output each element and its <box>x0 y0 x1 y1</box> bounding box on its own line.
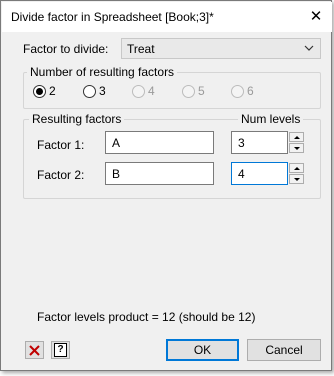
factor-2-label: Factor 2: <box>37 168 85 182</box>
spin-down-icon <box>293 146 300 150</box>
factor-2-levels-input[interactable]: 4 <box>231 162 288 185</box>
radio-3-label: 3 <box>99 84 106 98</box>
radio-2[interactable] <box>33 85 46 98</box>
levels-product-status: Factor levels product = 12 (should be 12… <box>37 310 256 324</box>
factor-to-divide-value: Treat <box>127 42 155 56</box>
help-button[interactable]: ? <box>51 341 70 359</box>
clear-x-icon <box>29 344 40 356</box>
radio-6-label: 6 <box>247 84 254 98</box>
radio-4-label: 4 <box>148 84 155 98</box>
factor-1-levels-input[interactable]: 3 <box>231 131 288 154</box>
radio-4[interactable] <box>132 85 145 98</box>
factor-1-name-input[interactable]: A <box>105 131 214 154</box>
radio-5-label: 5 <box>198 84 205 98</box>
window-title: Divide factor in Spreadsheet [Book;3]* <box>11 10 214 24</box>
factor-1-name-value: A <box>112 136 121 150</box>
dialog-window: Divide factor in Spreadsheet [Book;3]* ✕… <box>0 0 332 371</box>
close-icon[interactable]: ✕ <box>303 4 329 28</box>
factor-1-levels-up-button[interactable] <box>289 132 304 142</box>
help-icon: ? <box>54 343 67 357</box>
factor-1-label: Factor 1: <box>37 138 85 152</box>
number-of-factors-title: Number of resulting factors <box>27 65 178 79</box>
num-levels-header: Num levels <box>238 112 304 126</box>
factor-2-name-value: B <box>112 167 121 181</box>
factor-2-levels-value: 4 <box>238 167 245 181</box>
ok-button[interactable]: OK <box>166 339 239 361</box>
factor-2-levels-down-button[interactable] <box>289 174 304 184</box>
factor-2-name-input[interactable]: B <box>105 162 214 185</box>
spin-down-icon <box>293 177 300 181</box>
spin-up-icon <box>293 166 300 170</box>
clear-button[interactable] <box>25 341 44 359</box>
ok-button-label: OK <box>193 343 212 357</box>
cancel-button[interactable]: Cancel <box>247 339 321 361</box>
resulting-factors-title: Resulting factors <box>29 112 125 126</box>
factor-to-divide-label: Factor to divide: <box>23 42 109 56</box>
factor-2-levels-up-button[interactable] <box>289 163 304 173</box>
spin-up-icon <box>293 135 300 139</box>
factor-1-levels-down-button[interactable] <box>289 143 304 153</box>
radio-5[interactable] <box>182 85 195 98</box>
radio-6[interactable] <box>231 85 244 98</box>
cancel-button-label: Cancel <box>265 343 303 357</box>
radio-3[interactable] <box>83 85 96 98</box>
factor-1-levels-value: 3 <box>238 136 245 150</box>
radio-2-label: 2 <box>49 84 56 98</box>
factor-to-divide-dropdown[interactable]: Treat <box>121 38 321 59</box>
chevron-down-icon <box>304 45 314 51</box>
